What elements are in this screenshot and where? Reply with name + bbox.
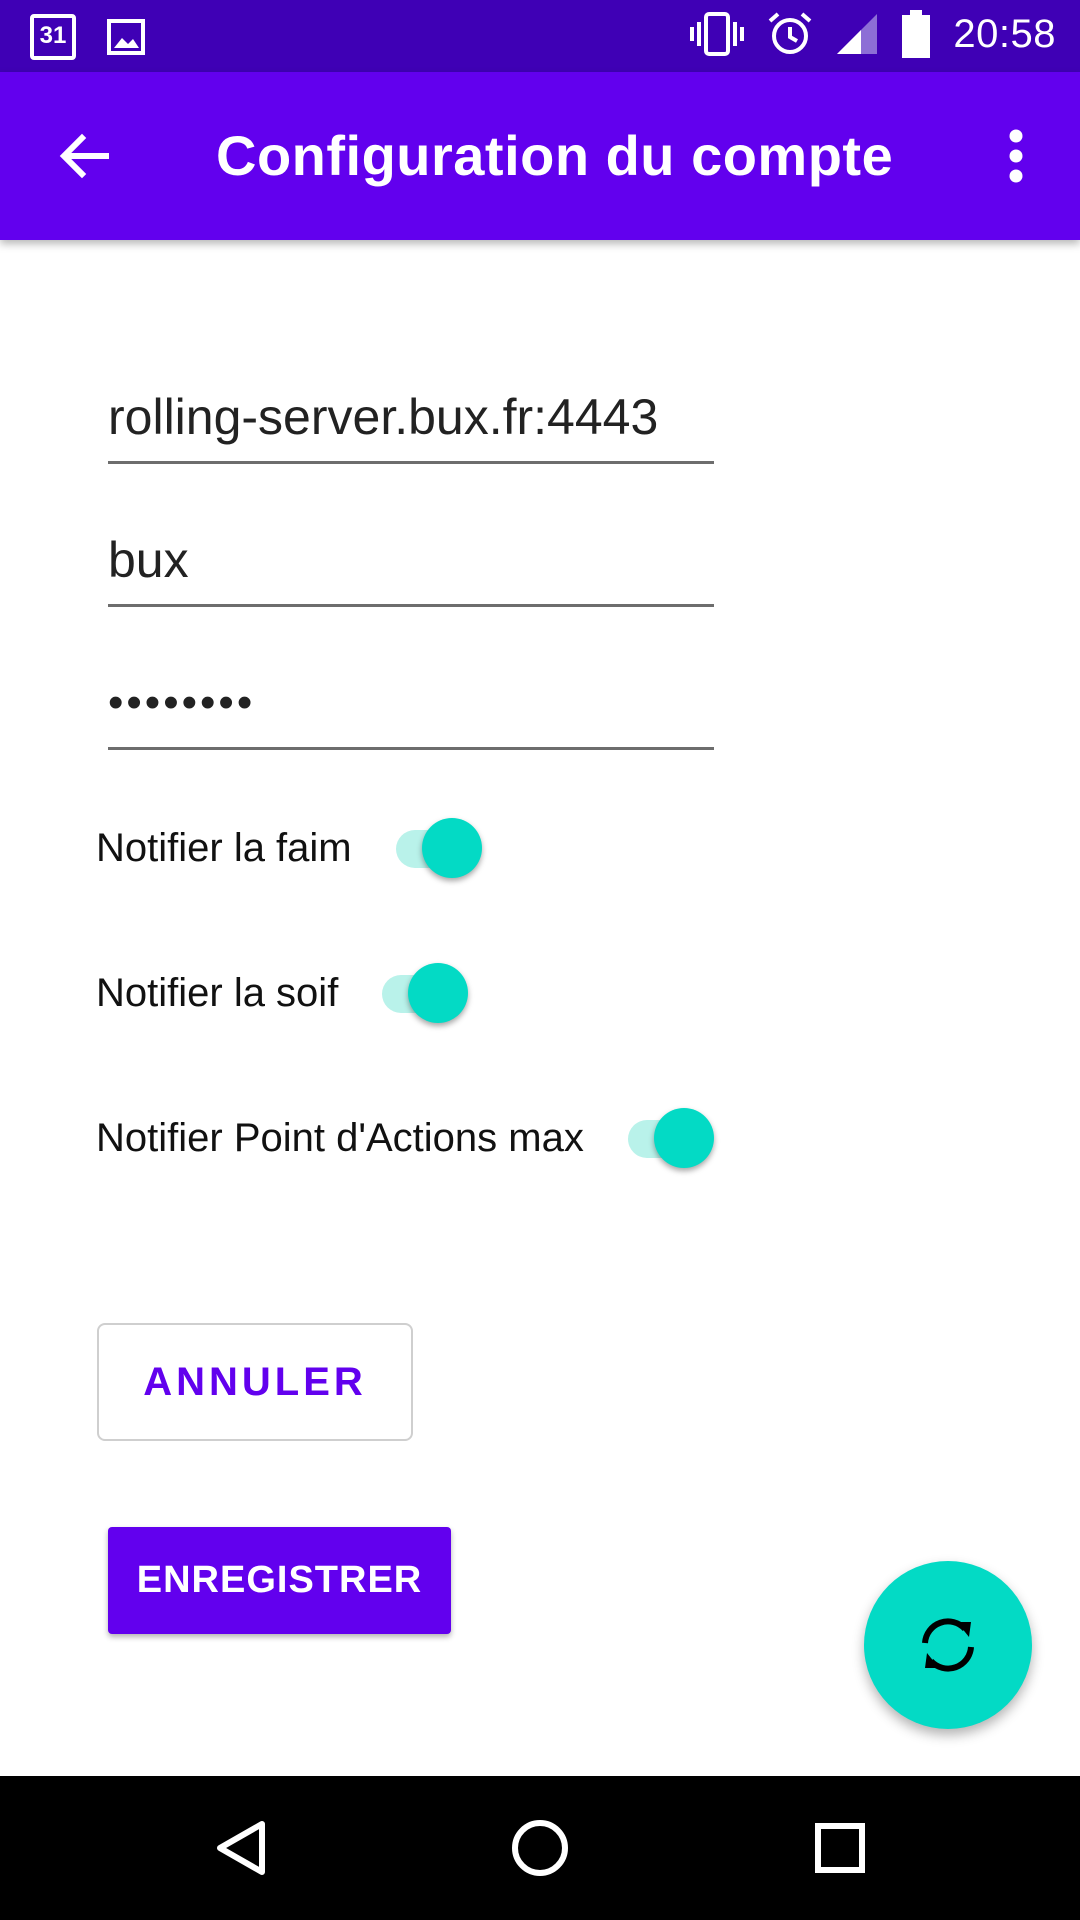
navigation-bar bbox=[0, 1776, 1080, 1920]
vibrate-icon bbox=[690, 12, 745, 56]
battery-icon bbox=[902, 10, 931, 58]
password-input[interactable] bbox=[108, 660, 714, 746]
thirst-switch[interactable] bbox=[372, 953, 469, 1033]
save-button[interactable]: ENREGISTRER bbox=[108, 1527, 451, 1634]
calendar-day: 31 bbox=[39, 22, 67, 49]
server-field bbox=[108, 374, 714, 464]
back-button[interactable] bbox=[48, 120, 120, 192]
switch-thumb bbox=[421, 818, 482, 878]
image-icon bbox=[107, 19, 145, 55]
switch-label-action-points: Notifier Point d'Actions max bbox=[96, 1115, 584, 1160]
status-time: 20:58 bbox=[953, 11, 1056, 56]
page-title: Configuration du compte bbox=[216, 124, 894, 187]
nav-recents-button[interactable] bbox=[800, 1808, 880, 1888]
calendar-icon: 31 bbox=[30, 14, 76, 60]
action-points-switch[interactable] bbox=[618, 1098, 714, 1178]
nav-home-icon bbox=[512, 1820, 568, 1876]
signal-icon bbox=[837, 14, 878, 54]
arrow-back-icon bbox=[59, 133, 109, 179]
switch-thumb bbox=[408, 963, 469, 1023]
status-bar: 31 20:58 bbox=[0, 0, 1080, 72]
switch-row-action-points: Notifier Point d'Actions max bbox=[96, 1098, 714, 1178]
server-input[interactable] bbox=[108, 374, 714, 460]
password-field bbox=[108, 660, 714, 750]
switch-row-hunger: Notifier la faim bbox=[96, 808, 482, 888]
nav-back-icon bbox=[217, 1821, 265, 1875]
account-config-screen: 31 20:58 Configuration du compte rolling… bbox=[0, 0, 1080, 1920]
switch-label-thirst: Notifier la soif bbox=[96, 970, 339, 1015]
hunger-switch[interactable] bbox=[386, 808, 482, 888]
nav-back-button[interactable] bbox=[200, 1808, 280, 1888]
nav-home-button[interactable] bbox=[500, 1808, 580, 1888]
nav-recents-icon bbox=[815, 1823, 865, 1873]
switch-row-thirst: Notifier la soif bbox=[96, 953, 469, 1033]
alarm-icon bbox=[769, 12, 812, 54]
username-field bbox=[108, 517, 714, 607]
app-bar: Configuration du compte bbox=[0, 72, 1080, 240]
cancel-button[interactable]: ANNULER bbox=[97, 1323, 413, 1441]
switch-label-hunger: Notifier la faim bbox=[96, 825, 352, 870]
more-options-button[interactable] bbox=[988, 120, 1044, 192]
sync-icon bbox=[922, 1618, 974, 1672]
more-vert-icon bbox=[1009, 129, 1023, 183]
switch-thumb bbox=[653, 1108, 714, 1168]
sync-fab[interactable] bbox=[864, 1561, 1032, 1729]
username-input[interactable] bbox=[108, 517, 714, 603]
